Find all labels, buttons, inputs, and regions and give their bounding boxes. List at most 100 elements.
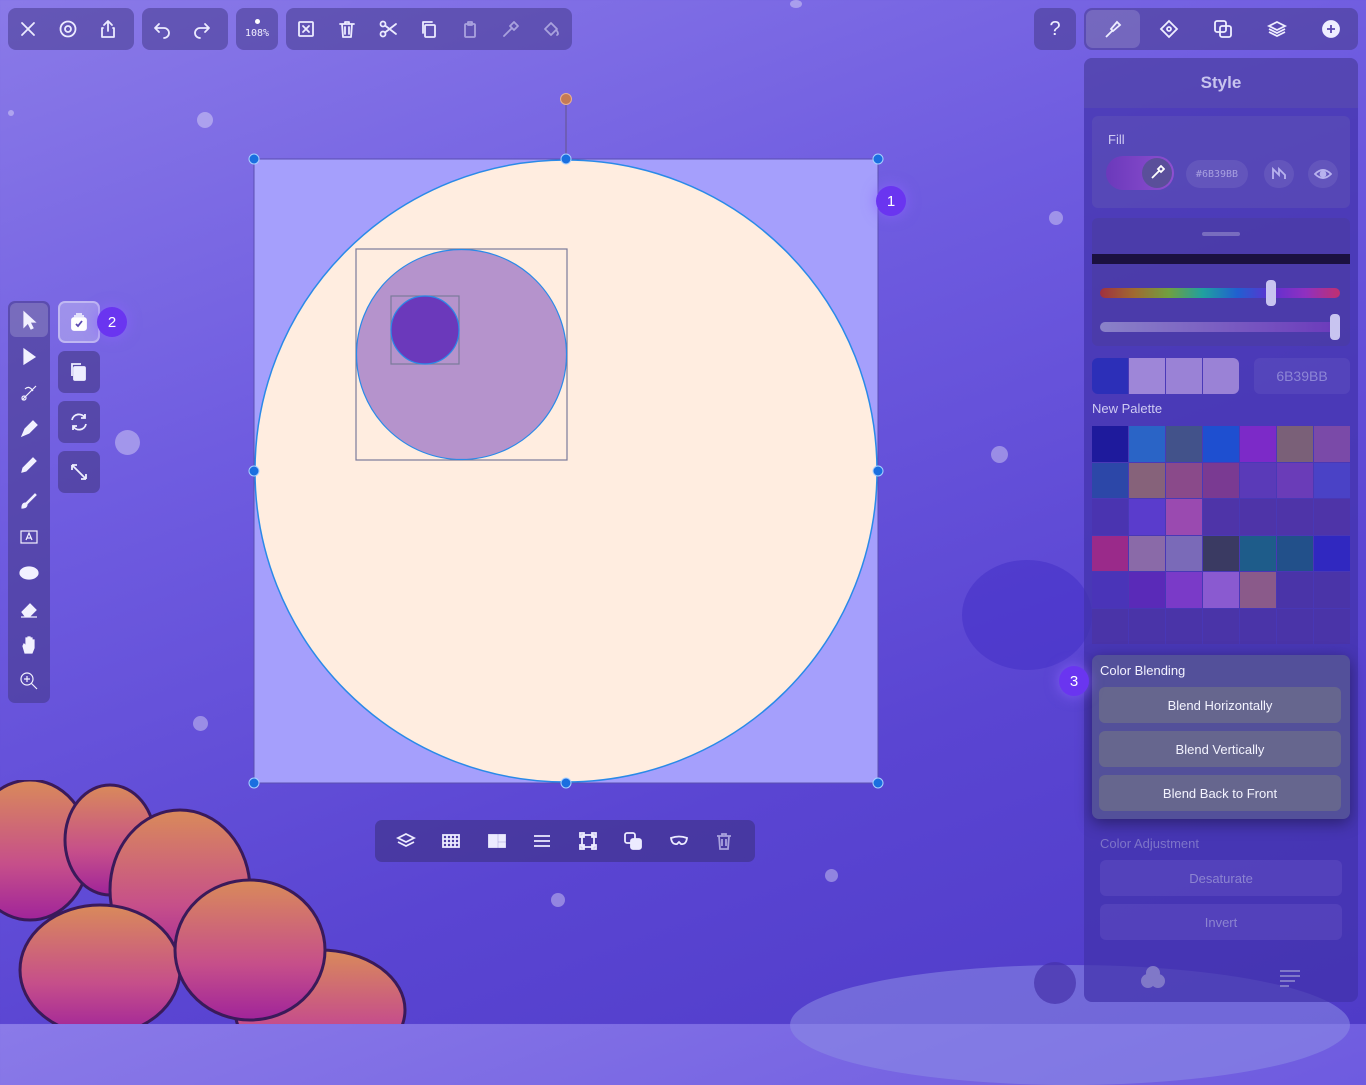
palette-swatch[interactable] xyxy=(1240,426,1276,462)
arrange-button[interactable] xyxy=(391,826,421,856)
align-button[interactable] xyxy=(482,826,512,856)
palette-swatch[interactable] xyxy=(1092,499,1128,535)
palette-swatch[interactable] xyxy=(1203,572,1239,608)
delete-button[interactable] xyxy=(327,8,367,50)
recent-color-swatch[interactable] xyxy=(1203,358,1239,394)
palette-swatch[interactable] xyxy=(1203,462,1239,498)
palette-swatch[interactable] xyxy=(1166,535,1202,571)
palette-swatch[interactable] xyxy=(1277,499,1313,535)
recent-color-swatch[interactable] xyxy=(1166,358,1202,394)
desaturate-button[interactable]: Desaturate xyxy=(1100,860,1342,896)
medium-circle[interactable] xyxy=(355,248,568,461)
palette-swatch[interactable] xyxy=(1314,499,1350,535)
palette-swatch[interactable] xyxy=(1129,462,1165,498)
undo-button[interactable] xyxy=(142,8,182,50)
palette-swatch[interactable] xyxy=(1203,499,1239,535)
tool-eraser[interactable] xyxy=(8,591,50,627)
palette-swatch[interactable] xyxy=(1240,462,1276,498)
tool-zoom[interactable] xyxy=(8,663,50,699)
palette-swatch[interactable] xyxy=(1166,572,1202,608)
deselect-button[interactable] xyxy=(286,8,326,50)
paste-style-button[interactable] xyxy=(491,8,531,50)
tab-style[interactable] xyxy=(1086,10,1140,48)
palette-swatch[interactable] xyxy=(1277,535,1313,571)
opacity-slider[interactable] xyxy=(1100,322,1340,332)
select-all-button[interactable] xyxy=(58,301,100,343)
palette-swatch[interactable] xyxy=(1314,426,1350,462)
visibility-toggle[interactable] xyxy=(1308,160,1338,188)
blend-back-to-front-button[interactable]: Blend Back to Front xyxy=(1099,775,1341,811)
hex-input[interactable]: 6B39BB xyxy=(1254,358,1350,394)
palette-swatch[interactable] xyxy=(1314,608,1350,644)
palette-swatch[interactable] xyxy=(1277,462,1313,498)
tool-hand[interactable] xyxy=(8,627,50,663)
opacity-button[interactable] xyxy=(436,826,466,856)
palette-swatch[interactable] xyxy=(1314,572,1350,608)
palette-swatch[interactable] xyxy=(1203,608,1239,644)
palette-swatch[interactable] xyxy=(1240,572,1276,608)
large-circle[interactable] xyxy=(254,159,878,783)
cut-button[interactable] xyxy=(368,8,408,50)
palette-swatch[interactable] xyxy=(1314,535,1350,571)
eyedropper-button[interactable] xyxy=(1142,158,1172,188)
share-button[interactable] xyxy=(88,8,128,50)
palette-swatch[interactable] xyxy=(1277,608,1313,644)
resize-handle-r[interactable] xyxy=(872,465,884,477)
zoom-group[interactable]: 108% xyxy=(236,8,278,50)
palette-swatch[interactable] xyxy=(1092,572,1128,608)
tab-add[interactable] xyxy=(1304,8,1358,50)
tool-scissors[interactable] xyxy=(8,375,50,411)
palette-swatch[interactable] xyxy=(1166,608,1202,644)
blend-horizontally-button[interactable]: Blend Horizontally xyxy=(1099,687,1341,723)
rotate-button[interactable] xyxy=(58,401,100,443)
palette-swatch[interactable] xyxy=(1203,535,1239,571)
palette-swatch[interactable] xyxy=(1203,426,1239,462)
mask-button[interactable] xyxy=(664,826,694,856)
text-lines-icon[interactable] xyxy=(1277,964,1303,990)
palette-swatch[interactable] xyxy=(1092,608,1128,644)
settings-button[interactable] xyxy=(48,8,88,50)
palette-swatch[interactable] xyxy=(1129,535,1165,571)
canvas-objects[interactable] xyxy=(240,85,900,797)
distribute-button[interactable] xyxy=(527,826,557,856)
boolean-button[interactable] xyxy=(618,826,648,856)
palette-swatch[interactable] xyxy=(1129,499,1165,535)
invert-button[interactable]: Invert xyxy=(1100,904,1342,940)
delete-object-button[interactable] xyxy=(709,826,739,856)
paste-button[interactable] xyxy=(450,8,490,50)
tool-text[interactable] xyxy=(8,519,50,555)
palette-swatch[interactable] xyxy=(1314,462,1350,498)
palette-swatch[interactable] xyxy=(1129,608,1165,644)
resize-handle-bl[interactable] xyxy=(248,777,260,789)
small-circle[interactable] xyxy=(390,295,460,365)
palette-swatch[interactable] xyxy=(1240,499,1276,535)
copy-button[interactable] xyxy=(409,8,449,50)
fill-hex-chip[interactable]: #6B39BB xyxy=(1186,160,1248,188)
fill-bucket-button[interactable] xyxy=(531,8,571,50)
help-button[interactable]: ? xyxy=(1034,8,1076,50)
palette-swatch[interactable] xyxy=(1166,462,1202,498)
palette-swatch[interactable] xyxy=(1166,426,1202,462)
resize-handle-t[interactable] xyxy=(560,153,572,165)
resize-handle-tr[interactable] xyxy=(872,153,884,165)
recent-color-swatch[interactable] xyxy=(1092,358,1128,394)
resize-handle-tl[interactable] xyxy=(248,153,260,165)
tab-pathfinder[interactable] xyxy=(1196,8,1250,50)
redo-button[interactable] xyxy=(182,8,222,50)
fill-color-swatch[interactable] xyxy=(1106,156,1174,190)
palette-swatch[interactable] xyxy=(1092,426,1128,462)
tool-select[interactable] xyxy=(10,303,48,337)
tool-brush[interactable] xyxy=(8,483,50,519)
palette-swatch[interactable] xyxy=(1277,572,1313,608)
color-mix-icon[interactable] xyxy=(1140,964,1166,990)
gradient-toggle[interactable] xyxy=(1264,160,1294,188)
palette-swatch[interactable] xyxy=(1092,535,1128,571)
tool-direct-select[interactable] xyxy=(8,339,50,375)
palette-swatch[interactable] xyxy=(1092,462,1128,498)
blend-vertically-button[interactable]: Blend Vertically xyxy=(1099,731,1341,767)
resize-handle-b[interactable] xyxy=(560,777,572,789)
transform-button[interactable] xyxy=(573,826,603,856)
close-button[interactable] xyxy=(8,8,48,50)
palette-swatch[interactable] xyxy=(1277,426,1313,462)
tab-arrange[interactable] xyxy=(1142,8,1196,50)
